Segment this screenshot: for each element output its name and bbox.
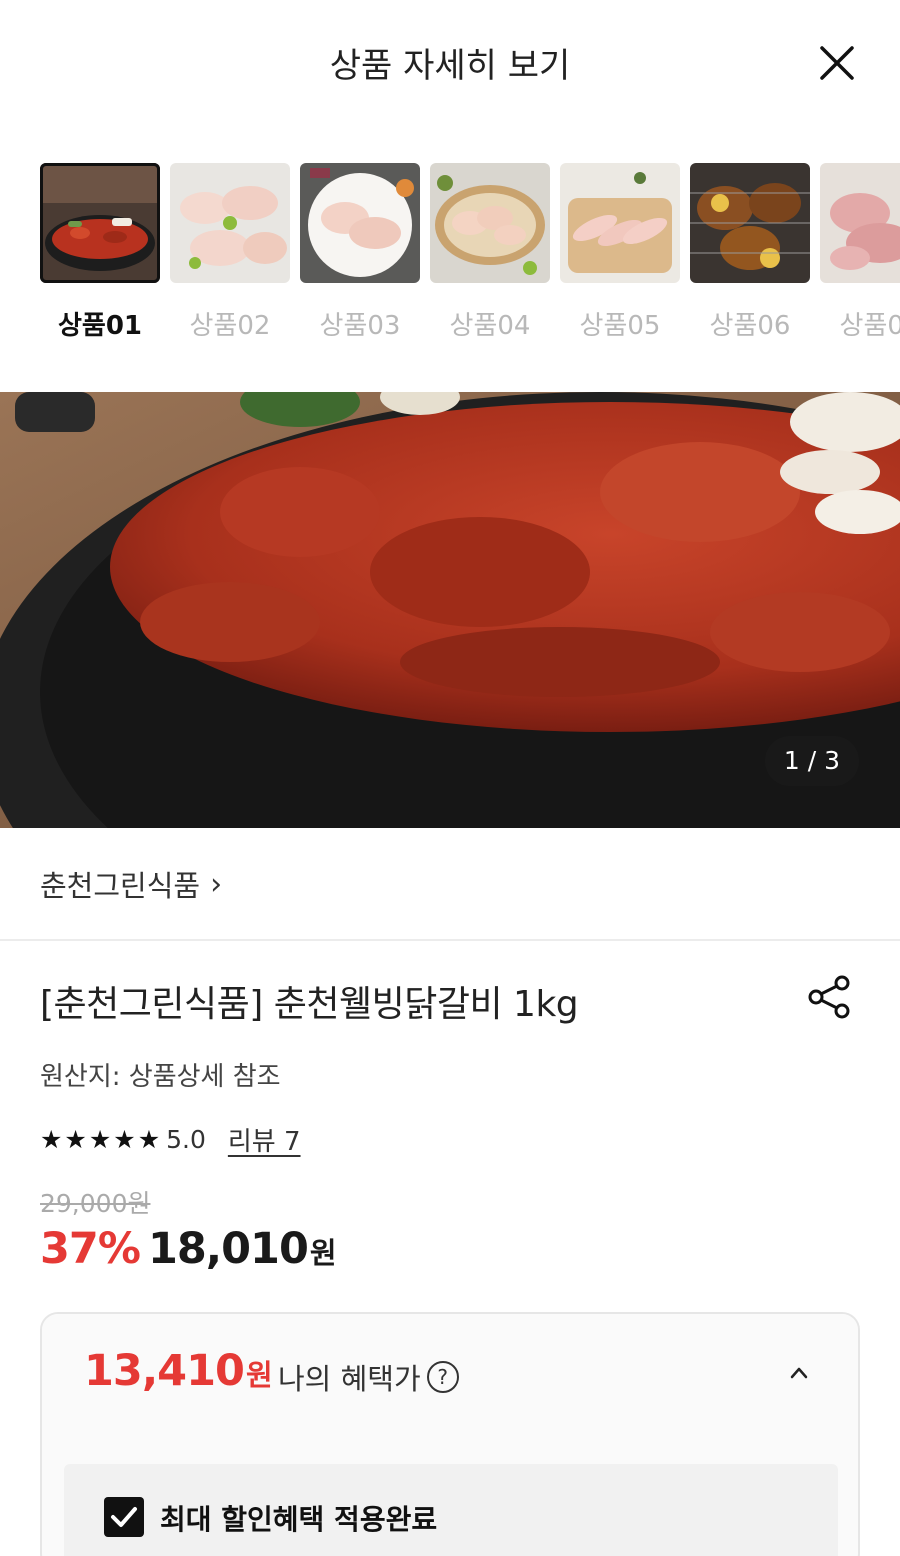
thumbnail-image	[170, 163, 290, 283]
divider	[0, 939, 900, 941]
check-icon	[111, 1507, 137, 1527]
benefit-label: 나의 혜택가	[278, 1362, 421, 1396]
thumbnail-label: 상품05	[579, 311, 661, 341]
share-icon[interactable]	[804, 972, 854, 1022]
thumbnail-item[interactable]: 상품03	[300, 163, 420, 342]
star-icon: ★	[40, 1124, 63, 1154]
image-counter: 1 / 3	[765, 736, 859, 786]
product-title: [춘천그린식품] 춘천웰빙닭갈비 1kg	[40, 984, 579, 1025]
header: 상품 자세히 보기	[0, 0, 900, 125]
help-icon[interactable]: ?	[426, 1361, 459, 1393]
origin-text: 원산지: 상품상세 참조	[40, 1062, 281, 1092]
close-icon[interactable]	[810, 38, 862, 90]
page-title: 상품 자세히 보기	[329, 46, 571, 86]
thumbnail-image	[430, 163, 550, 283]
thumbnail-image	[40, 163, 160, 283]
star-icon: ★	[88, 1124, 112, 1154]
thumbnail-item[interactable]: 상품06	[690, 163, 810, 342]
thumbnail-item[interactable]: 상품04	[430, 163, 550, 342]
thumbnail-image	[300, 163, 420, 283]
thumbnail-item[interactable]: 상품02	[170, 163, 290, 342]
coupon-checkbox[interactable]	[104, 1497, 144, 1537]
thumbnail-item[interactable]: 상품05	[560, 163, 680, 342]
currency-unit: 원	[245, 1358, 273, 1392]
star-icon: ★	[64, 1124, 87, 1154]
thumbnail-strip: 상품01 상품02 상품03 상품04 상품05 상품06 상품0	[0, 163, 900, 353]
chevron-right-icon: ›	[210, 866, 223, 902]
thumbnail-label: 상품01	[57, 311, 143, 341]
benefit-label-row: 나의 혜택가 ?	[278, 1356, 459, 1398]
thumbnail-item[interactable]: 상품07	[820, 163, 900, 342]
price-row: 37% 18,010 원	[40, 1224, 337, 1274]
sale-price: 18,010	[147, 1224, 309, 1274]
benefit-panel: 13,410원 나의 혜택가 ? 최대 할인혜택 적용완료	[40, 1312, 860, 1556]
thumbnail-image	[690, 163, 810, 283]
benefit-price-value: 13,410	[84, 1346, 245, 1396]
currency-unit: 원	[309, 1236, 337, 1270]
benefit-header[interactable]: 13,410원 나의 혜택가 ?	[42, 1314, 858, 1432]
benefit-price: 13,410원	[84, 1346, 273, 1396]
star-icon: ★	[113, 1124, 136, 1154]
thumbnail-label: 상품03	[319, 311, 401, 341]
thumbnail-item[interactable]: 상품01	[40, 163, 160, 342]
thumbnail-label: 상품02	[189, 311, 271, 341]
rating-score: 5.0	[166, 1124, 206, 1154]
thumbnail-image	[560, 163, 680, 283]
discount-rate: 37%	[40, 1224, 141, 1274]
seller-link[interactable]: 춘천그린식품 ›	[40, 862, 222, 906]
coupon-text: 최대 할인혜택 적용완료	[160, 1503, 438, 1536]
original-price: 29,000원	[40, 1189, 151, 1218]
chevron-up-icon[interactable]	[784, 1358, 814, 1388]
rating-stars: ★ ★ ★ ★ ★	[40, 1125, 162, 1154]
review-link[interactable]: 리뷰 7	[228, 1121, 301, 1158]
thumbnail-image	[820, 163, 900, 283]
rating-row: ★ ★ ★ ★ ★ 5.0 리뷰 7	[40, 1120, 301, 1158]
thumbnail-label: 상품07	[839, 311, 900, 341]
coupon-row: 최대 할인혜택 적용완료	[64, 1464, 838, 1556]
star-icon: ★	[137, 1124, 161, 1154]
thumbnail-label: 상품04	[449, 311, 531, 341]
seller-name: 춘천그린식품	[40, 869, 201, 903]
thumbnail-label: 상품06	[709, 311, 791, 341]
